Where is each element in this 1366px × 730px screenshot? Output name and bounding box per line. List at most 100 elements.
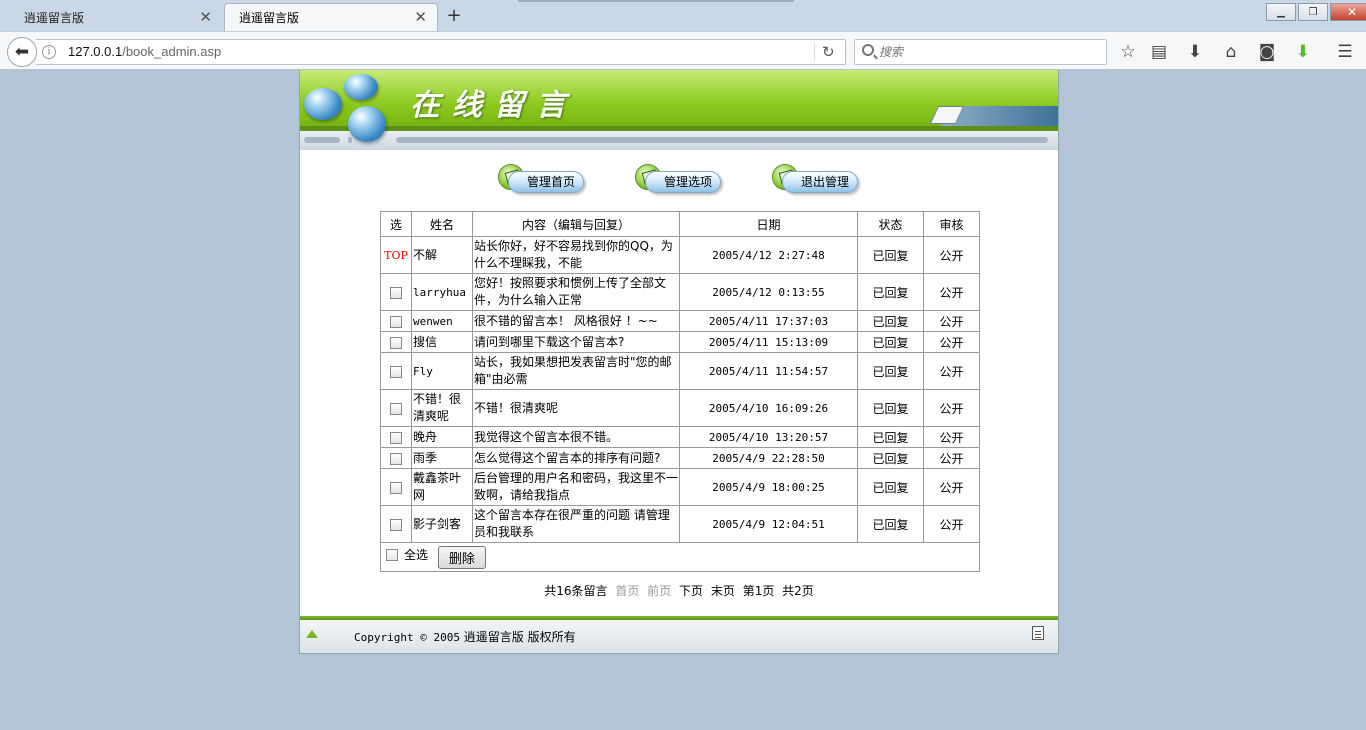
row-name: larryhua (411, 273, 473, 311)
row-checkbox[interactable] (390, 336, 402, 349)
row-content-link[interactable]: 很不错的留言本！ 风格很好 ！~~ (472, 310, 680, 332)
reading-list-icon[interactable]: ▤ (1147, 40, 1171, 64)
row-checkbox[interactable] (390, 431, 402, 444)
row-content-link[interactable]: 站长你好，好不容易找到你的QQ，为什么不理睬我，不能 (472, 236, 680, 274)
row-select-cell (380, 468, 412, 506)
home-icon[interactable]: ⌂ (1219, 40, 1243, 64)
logo-ball (304, 88, 342, 120)
row-checkbox[interactable] (390, 452, 402, 465)
row-content-link[interactable]: 您好！按照要求和惯例上传了全部文件，为什么输入正常 (472, 273, 680, 311)
row-status: 已回复 (857, 236, 924, 274)
logo-balls (304, 72, 388, 148)
row-checkbox[interactable] (390, 365, 402, 378)
restore-icon[interactable]: ❐ (1298, 3, 1328, 21)
row-name: 搜信 (411, 331, 473, 353)
select-all-checkbox[interactable] (386, 548, 398, 561)
col-header-select: 选 (380, 211, 412, 237)
table-row: TOP 不解 站长你好，好不容易找到你的QQ，为什么不理睬我，不能 2005/4… (380, 236, 980, 274)
col-header-status: 状态 (857, 211, 924, 237)
last-page-link[interactable]: 末页 (711, 584, 735, 598)
row-content-link[interactable]: 后台管理的用户名和密码，我这里不一致啊，请给我指点 (472, 468, 680, 506)
row-select-cell (380, 273, 412, 311)
row-checkbox[interactable] (390, 286, 402, 299)
row-checkbox[interactable] (390, 315, 402, 328)
menu-label: 退出管理 (782, 171, 858, 193)
row-date: 2005/4/9 18:00:25 (679, 468, 858, 506)
site-banner: 在线留言 (300, 70, 1058, 152)
nav-bar: i 127.0.0.1/book_admin.asp ↻ ⬅ ☆ ▤ ⬇ ⌂ ◙… (0, 31, 1366, 70)
notepad-icon[interactable] (1032, 626, 1044, 640)
row-status: 已回复 (857, 273, 924, 311)
row-checkbox[interactable] (390, 481, 402, 494)
row-audit: 公开 (923, 273, 980, 311)
back-button[interactable]: ⬅ (7, 37, 37, 67)
row-name: Fly (411, 352, 473, 390)
footer: Copyright © 2005 逍遥留言版 版权所有 (300, 620, 1058, 653)
row-status: 已回复 (857, 468, 924, 506)
select-all-control[interactable]: 全选 (386, 546, 428, 563)
reload-icon[interactable]: ↻ (822, 43, 835, 61)
tab-inactive[interactable]: 逍遥留言版 ✕ (10, 3, 222, 31)
menu-label: 管理首页 (508, 171, 584, 193)
info-icon[interactable]: i (42, 45, 56, 59)
row-content-link[interactable]: 我觉得这个留言本很不错。 (472, 426, 680, 448)
row-audit: 公开 (923, 447, 980, 469)
row-checkbox[interactable] (390, 402, 402, 415)
table-row: larryhua 您好！按照要求和惯例上传了全部文件，为什么输入正常 2005/… (380, 273, 980, 311)
row-checkbox[interactable] (390, 518, 402, 531)
downloads-icon[interactable]: ⬇ (1183, 40, 1207, 64)
next-page-link[interactable]: 下页 (679, 584, 703, 598)
logo-ball (348, 106, 386, 142)
tab-bar: 逍遥留言版 ✕ 逍遥留言版 ✕ + ▁ ❐ ✕ (0, 0, 1366, 31)
menu-icon[interactable]: ☰ (1333, 40, 1357, 64)
url-text[interactable]: 127.0.0.1/book_admin.asp (68, 44, 221, 59)
row-content-link[interactable]: 这个留言本存在很严重的问题 请管理员和我联系 (472, 505, 680, 543)
row-content-link[interactable]: 怎么觉得这个留言本的排序有问题? (472, 447, 680, 469)
search-input[interactable] (879, 42, 1099, 62)
table-row: 雨季 怎么觉得这个留言本的排序有问题? 2005/4/9 22:28:50 已回… (380, 447, 980, 469)
pocket-icon[interactable]: ◙ (1255, 40, 1279, 64)
delete-button[interactable]: 删除 (437, 545, 486, 569)
search-icon (862, 44, 874, 56)
row-content-link[interactable]: 请问到哪里下载这个留言本? (472, 331, 680, 353)
back-arrow-icon: ⬅ (14, 42, 30, 62)
url-bar[interactable]: i 127.0.0.1/book_admin.asp ↻ (36, 39, 846, 65)
table-row: 戴鑫茶叶网 后台管理的用户名和密码，我这里不一致啊，请给我指点 2005/4/9… (380, 468, 980, 506)
footer-rights: 版权所有 (527, 630, 576, 644)
row-select-cell (380, 426, 412, 448)
total-count: 共16条留言 (544, 584, 608, 598)
row-date: 2005/4/12 2:27:48 (679, 236, 858, 274)
site-title: 在线留言 (410, 88, 578, 123)
search-bar[interactable] (854, 39, 1107, 65)
window-controls: ▁ ❐ ✕ (1266, 3, 1366, 21)
new-tab-button[interactable]: + (444, 5, 464, 27)
close-window-icon[interactable]: ✕ (1330, 3, 1366, 21)
row-date: 2005/4/9 12:04:51 (679, 505, 858, 543)
row-content-link[interactable]: 站长，我如果想把发表留言时"您的邮箱"由必需 (472, 352, 680, 390)
logout-button[interactable]: 退出管理 (772, 164, 860, 198)
total-pages: 共2页 (782, 584, 814, 598)
row-content-link[interactable]: 不错！很清爽呢 (472, 389, 680, 427)
table-row: wenwen 很不错的留言本！ 风格很好 ！~~ 2005/4/11 17:37… (380, 310, 980, 332)
bookmark-star-icon[interactable]: ☆ (1116, 40, 1140, 64)
admin-home-button[interactable]: 管理首页 (498, 164, 586, 198)
col-header-name: 姓名 (411, 211, 473, 237)
current-page: 第1页 (742, 584, 775, 598)
tab-active[interactable]: 逍遥留言版 ✕ (224, 3, 438, 31)
download-helper-icon[interactable]: ⬇ (1291, 40, 1315, 64)
close-tab-icon[interactable]: ✕ (199, 9, 212, 25)
row-select-cell (380, 505, 412, 543)
table-row: Fly 站长，我如果想把发表留言时"您的邮箱"由必需 2005/4/11 11:… (380, 352, 980, 390)
close-tab-icon[interactable]: ✕ (414, 10, 427, 25)
row-name: wenwen (411, 310, 473, 332)
first-page-link: 首页 (615, 584, 640, 598)
copyright-text: Copyright © 2005 (354, 631, 460, 644)
minimize-icon[interactable]: ▁ (1266, 3, 1296, 21)
scroll-top-icon[interactable] (306, 630, 318, 638)
row-status: 已回复 (857, 426, 924, 448)
row-name: 晚舟 (411, 426, 473, 448)
row-select-cell (380, 310, 412, 332)
row-name: 不错！很清爽呢 (411, 389, 473, 427)
top-label: TOP (384, 249, 408, 262)
admin-options-button[interactable]: 管理选项 (635, 164, 723, 198)
